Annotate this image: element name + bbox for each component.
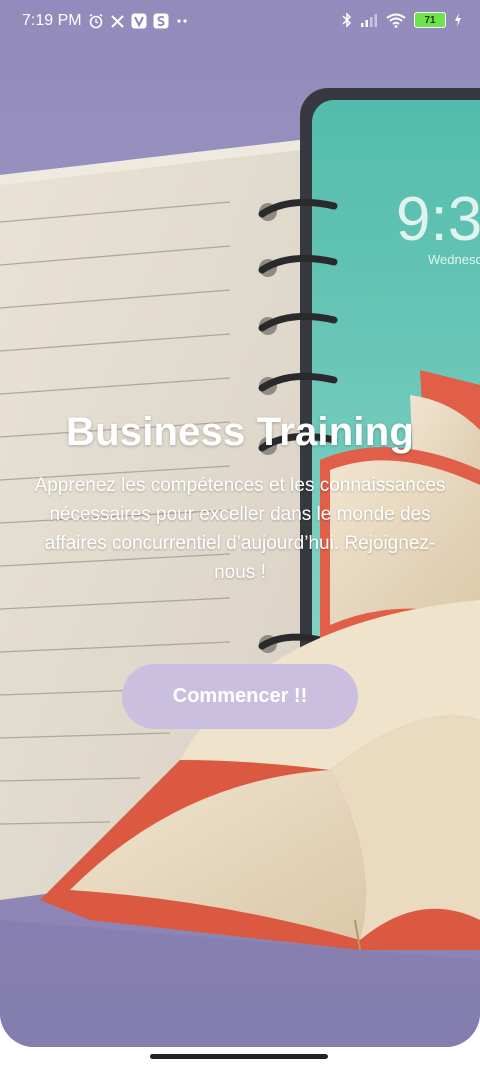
- start-button[interactable]: Commencer !!: [122, 664, 358, 729]
- status-bar: 7:19 PM 71: [0, 0, 480, 44]
- home-indicator[interactable]: [150, 1054, 328, 1059]
- signal-icon: [360, 13, 378, 27]
- hero-title: Business Training: [66, 410, 414, 454]
- charging-icon: [454, 13, 462, 27]
- v-app-icon: [131, 13, 147, 29]
- hero-section: Business Training Apprenez les compétenc…: [0, 410, 480, 587]
- s-app-icon: [153, 13, 169, 29]
- more-dots-icon: [175, 18, 189, 24]
- alarm-icon: [88, 13, 104, 29]
- battery-icon: 71: [414, 12, 446, 28]
- bluetooth-icon: [342, 12, 352, 28]
- hero-subtitle: Apprenez les compétences et les connaiss…: [34, 475, 446, 583]
- x-logo-icon: [110, 14, 125, 29]
- wifi-icon: [386, 13, 406, 28]
- status-time: 7:19 PM: [22, 12, 82, 29]
- app-screen: 9:3 Wednesda: [0, 0, 480, 1047]
